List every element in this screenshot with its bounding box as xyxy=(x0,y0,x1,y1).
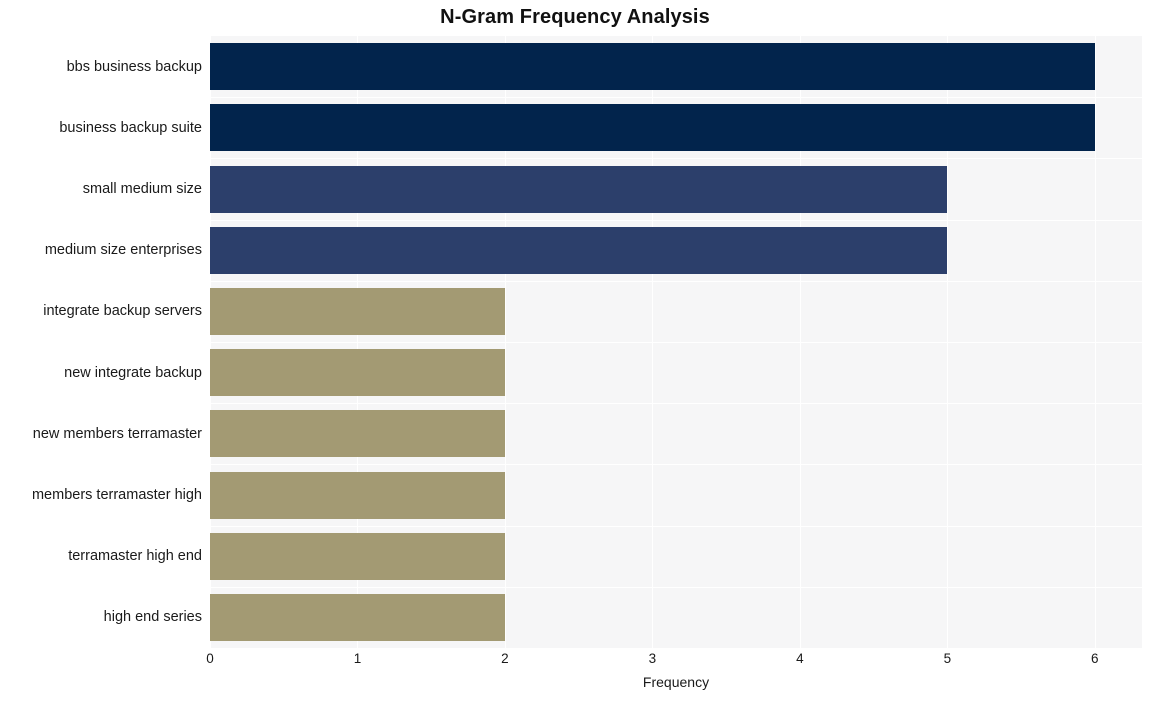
x-tick-label: 3 xyxy=(648,651,657,666)
y-tick-label: business backup suite xyxy=(59,119,202,136)
y-tick-label: integrate backup servers xyxy=(43,303,202,320)
y-axis-tick-labels: bbs business backup business backup suite… xyxy=(0,36,202,648)
bar xyxy=(210,226,948,274)
chart-title: N-Gram Frequency Analysis xyxy=(440,6,710,28)
x-tick-label: 0 xyxy=(206,651,214,666)
x-tick-label: 1 xyxy=(353,651,362,666)
bar xyxy=(210,349,505,397)
bar xyxy=(210,471,505,519)
bar xyxy=(210,104,1095,152)
x-axis-title: Frequency xyxy=(642,674,710,690)
bar xyxy=(210,287,505,335)
bar xyxy=(210,410,505,458)
y-tick-label: new integrate backup xyxy=(64,364,202,381)
y-tick-label: high end series xyxy=(103,609,202,626)
x-tick-label: 6 xyxy=(1091,651,1099,666)
ngram-frequency-chart: N-Gram Frequency Analysis bbs business b… xyxy=(0,0,1150,701)
x-tick-label: 5 xyxy=(943,651,952,666)
y-tick-label: terramaster high end xyxy=(68,548,202,565)
y-tick-label: small medium size xyxy=(82,181,202,197)
y-tick-label: members terramaster high xyxy=(31,487,202,503)
x-tick-label: 4 xyxy=(796,651,804,666)
bar xyxy=(210,165,948,213)
y-tick-label: bbs business backup xyxy=(66,58,202,75)
bar xyxy=(210,43,1095,91)
bar xyxy=(210,593,505,641)
y-tick-label: new members terramaster xyxy=(32,425,202,442)
x-tick-label: 2 xyxy=(501,651,509,666)
bar xyxy=(210,532,505,580)
y-tick-label: medium size enterprises xyxy=(44,242,202,259)
x-axis-tick-labels: 0 1 2 3 4 5 6 xyxy=(206,650,1142,672)
bar-series xyxy=(210,36,1142,648)
